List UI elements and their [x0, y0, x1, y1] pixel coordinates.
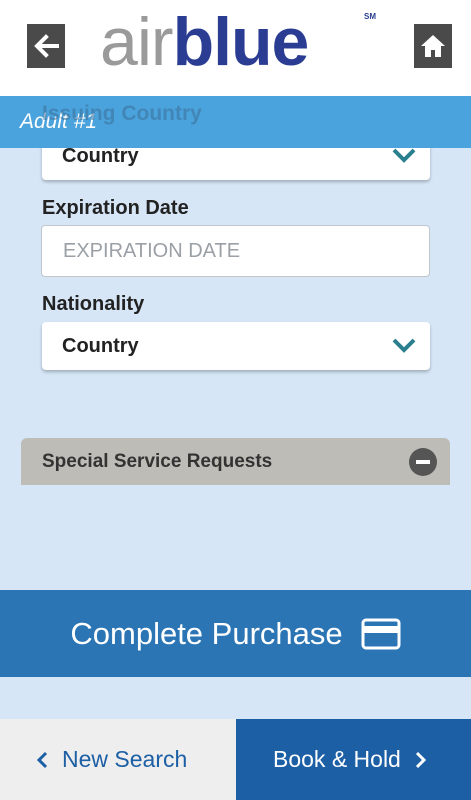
chevron-right-icon — [415, 751, 426, 768]
nationality-select[interactable]: Country — [42, 322, 430, 370]
complete-purchase-label: Complete Purchase — [70, 615, 343, 651]
expiration-date-label: Expiration Date — [42, 197, 189, 219]
nationality-value: Country — [62, 334, 139, 357]
home-button[interactable] — [414, 24, 452, 68]
book-and-hold-button[interactable]: Book & Hold — [236, 719, 471, 800]
nationality-label: Nationality — [42, 293, 145, 315]
special-service-requests-header[interactable]: Special Service Requests — [21, 438, 450, 485]
airblue-logo: airblue SM — [100, 6, 380, 90]
new-search-label: New Search — [62, 746, 188, 772]
home-icon — [421, 35, 445, 57]
logo-reflection — [100, 68, 380, 90]
minus-circle-icon[interactable] — [409, 448, 437, 476]
app-header: airblue SM — [0, 0, 471, 96]
back-button[interactable] — [27, 24, 65, 68]
book-and-hold-label: Book & Hold — [273, 746, 401, 772]
credit-card-icon — [361, 618, 401, 649]
chevron-down-icon — [392, 148, 416, 163]
expiration-date-input[interactable] — [41, 225, 430, 277]
ssr-label: Special Service Requests — [42, 451, 273, 472]
complete-purchase-button[interactable]: Complete Purchase — [0, 590, 471, 677]
chevron-down-icon — [392, 338, 416, 353]
chevron-left-icon — [36, 751, 48, 768]
issuing-country-label: Issuing Country — [42, 102, 202, 125]
new-search-button[interactable]: New Search — [0, 719, 236, 800]
arrow-left-icon — [34, 34, 59, 58]
logo-service-mark: SM — [364, 12, 376, 21]
